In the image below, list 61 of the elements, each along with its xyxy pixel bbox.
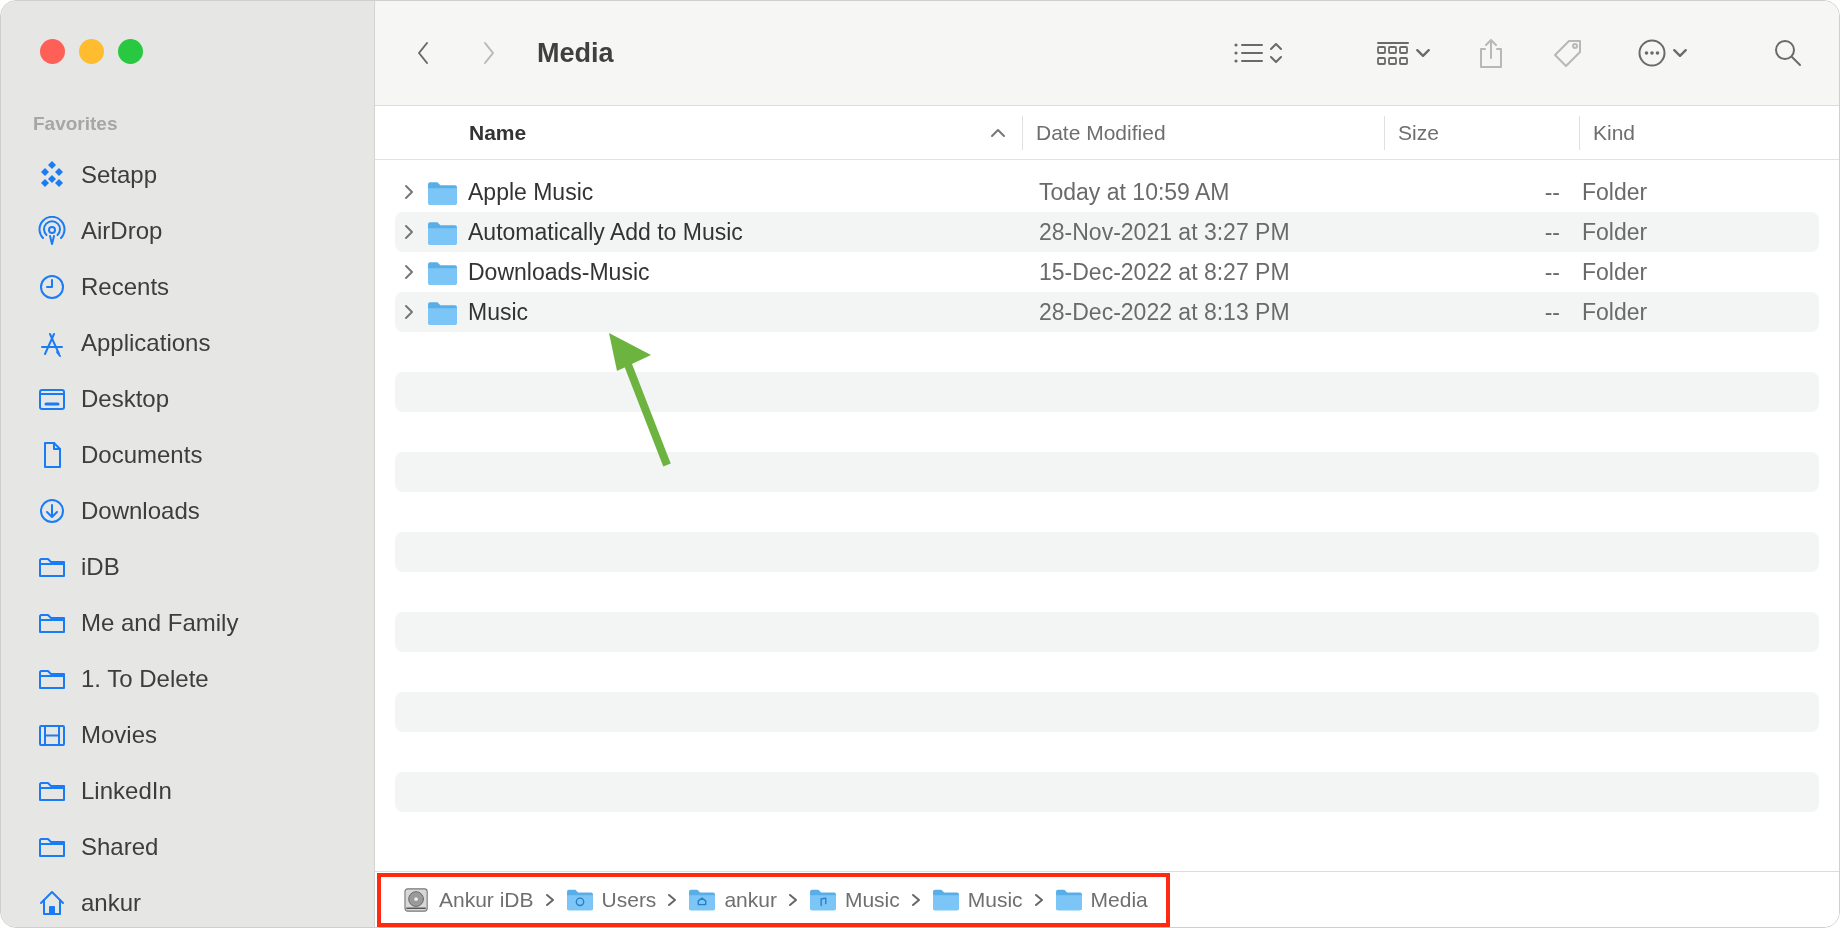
sidebar-item[interactable]: iDB: [1, 538, 374, 595]
folder-icon: [1054, 887, 1083, 912]
date-modified: 28-Dec-2022 at 8:13 PM: [1039, 298, 1290, 325]
date-modified: 15-Dec-2022 at 8:27 PM: [1039, 258, 1290, 285]
sidebar-item[interactable]: Movies: [1, 706, 374, 763]
chevron-right-icon: [1032, 892, 1045, 907]
file-size: --: [1544, 218, 1560, 245]
file-name[interactable]: Downloads-Music: [468, 254, 650, 290]
sidebar-item[interactable]: Setapp: [1, 146, 374, 203]
close-button[interactable]: [40, 39, 65, 64]
path-item[interactable]: Media: [1090, 883, 1148, 916]
window-title: Media: [537, 36, 614, 70]
sidebar-item[interactable]: Downloads: [1, 482, 374, 539]
chevron-right-icon: [786, 892, 799, 907]
file-kind: Folder: [1582, 178, 1648, 205]
sidebar-item[interactable]: Me and Family: [1, 594, 374, 651]
sidebar-item[interactable]: Recents: [1, 258, 374, 315]
sidebar-item[interactable]: Applications: [1, 314, 374, 371]
path-item[interactable]: Users: [601, 883, 657, 916]
sidebar-item[interactable]: 1. To Delete: [1, 650, 374, 707]
path-item[interactable]: Music: [844, 883, 900, 916]
folder-icon: [931, 887, 960, 912]
path-item[interactable]: Music: [967, 883, 1023, 916]
file-size: --: [1544, 298, 1560, 325]
users-folder-icon: [565, 887, 594, 912]
date-modified: 28-Nov-2021 at 3:27 PM: [1039, 218, 1290, 245]
file-kind: Folder: [1582, 298, 1648, 325]
chevron-right-icon: [909, 892, 922, 907]
sort-toggle-icon: [1270, 43, 1282, 63]
sidebar-item[interactable]: LinkedIn: [1, 762, 374, 819]
file-name[interactable]: Music: [468, 294, 529, 330]
date-modified: Today at 10:59 AM: [1039, 178, 1230, 205]
sidebar-item[interactable]: Documents: [1, 426, 374, 483]
file-size: --: [1544, 258, 1560, 285]
path-item[interactable]: ankur: [724, 883, 777, 916]
grid-view-icon: [1376, 39, 1410, 67]
sidebar-item[interactable]: Desktop: [1, 370, 374, 427]
more-icon: [1637, 38, 1667, 68]
column-header[interactable]: Size: [1398, 116, 1439, 149]
sidebar-item[interactable]: ankur: [1, 874, 374, 927]
file-kind: Folder: [1582, 218, 1648, 245]
column-header[interactable]: Name: [469, 116, 527, 149]
file-size: --: [1544, 178, 1560, 205]
column-header[interactable]: Date Modified: [1036, 116, 1166, 149]
home-folder-icon: [688, 887, 717, 912]
path-item[interactable]: Ankur iDB: [439, 883, 534, 916]
tag-icon: [1552, 37, 1583, 69]
file-name[interactable]: Automatically Add to Music: [468, 214, 743, 250]
chevron-right-icon: [543, 892, 556, 907]
file-kind: Folder: [1582, 258, 1648, 285]
caret-icon: [1673, 49, 1687, 57]
chevron-right-icon: [666, 892, 679, 907]
file-name[interactable]: Apple Music: [468, 174, 594, 210]
sidebar-item[interactable]: AirDrop: [1, 202, 374, 259]
column-header[interactable]: Kind: [1593, 116, 1636, 149]
sidebar-item[interactable]: Shared: [1, 818, 374, 875]
caret-icon: [1416, 49, 1430, 57]
music-folder-icon: [808, 887, 837, 912]
airdrop-icon: [37, 215, 67, 246]
sidebar-section-label: Favorites: [32, 112, 119, 136]
search-icon: [1773, 38, 1803, 68]
